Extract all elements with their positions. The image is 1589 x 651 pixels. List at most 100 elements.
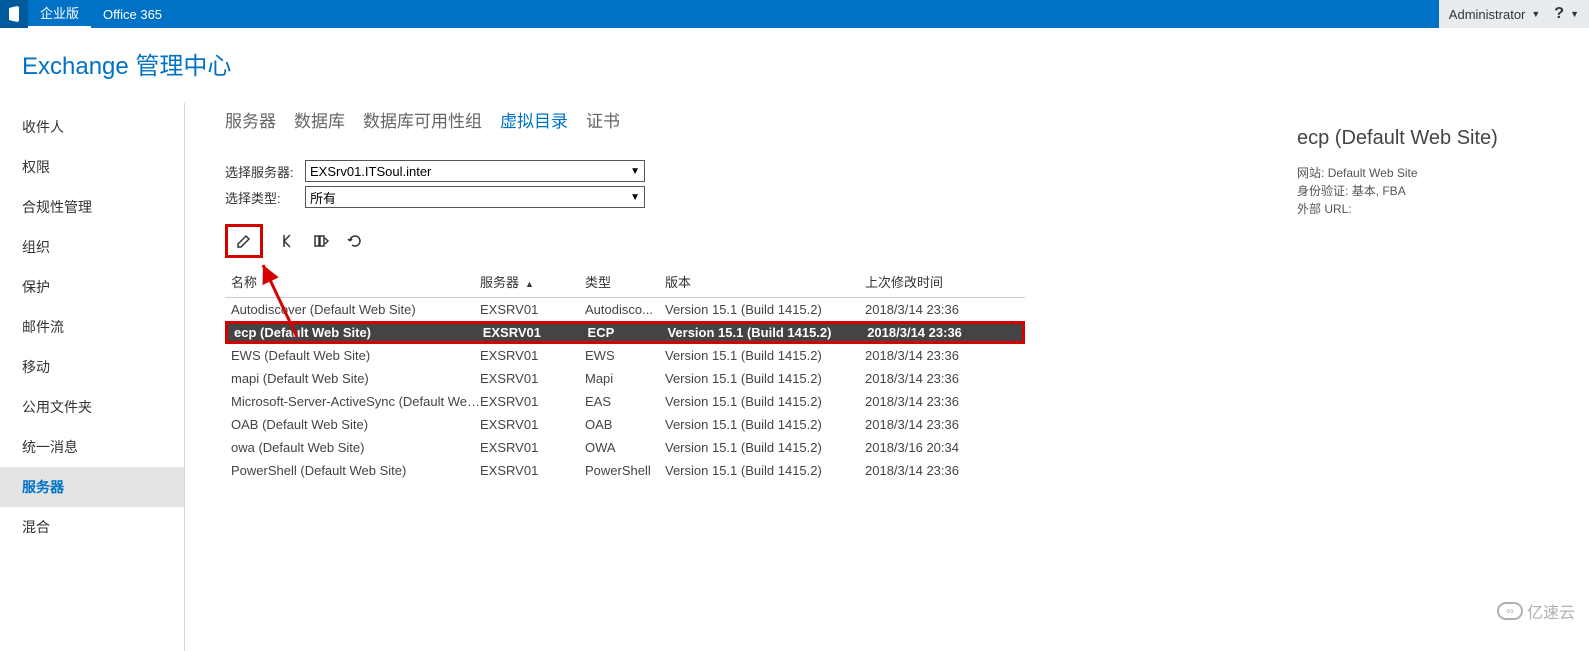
- cell-type: EAS: [585, 394, 665, 409]
- cell-server: EXSRV01: [480, 371, 585, 386]
- server-select-value: EXSrv01.ITSoul.inter: [310, 164, 431, 179]
- cell-server: EXSRV01: [480, 348, 585, 363]
- page-title: Exchange 管理中心: [0, 28, 1589, 103]
- cell-type: OAB: [585, 417, 665, 432]
- edition-tab[interactable]: 企业版: [28, 0, 91, 28]
- cell-name: mapi (Default Web Site): [225, 371, 480, 386]
- table-row[interactable]: owa (Default Web Site)EXSRV01OWAVersion …: [225, 436, 1025, 459]
- table-row[interactable]: Autodiscover (Default Web Site)EXSRV01Au…: [225, 298, 1025, 321]
- watermark-text: 亿速云: [1527, 599, 1575, 623]
- help-icon[interactable]: ?: [1554, 5, 1564, 23]
- sidebar-item-6[interactable]: 移动: [0, 347, 184, 387]
- col-type[interactable]: 类型: [585, 272, 665, 291]
- sidebar-item-3[interactable]: 组织: [0, 227, 184, 267]
- watermark: ∞ 亿速云: [1497, 599, 1575, 623]
- cell-modified: 2018/3/14 23:36: [865, 417, 1020, 432]
- detail-pane: ecp (Default Web Site) 网站: Default Web S…: [1287, 107, 1567, 651]
- cell-modified: 2018/3/14 23:36: [865, 302, 1020, 317]
- refresh-button[interactable]: [345, 231, 365, 251]
- detail-ext-url: 外部 URL:: [1297, 200, 1557, 218]
- columns-button[interactable]: [311, 231, 331, 251]
- virtual-dir-table: 名称 服务器 类型 版本 上次修改时间 Autodiscover (Defaul…: [225, 266, 1025, 482]
- type-select[interactable]: 所有 ▼: [305, 186, 645, 208]
- sidebar-item-1[interactable]: 权限: [0, 147, 184, 187]
- col-name[interactable]: 名称: [225, 272, 480, 291]
- watermark-icon: ∞: [1497, 602, 1523, 620]
- user-menu[interactable]: Administrator ▼ ? ▼: [1439, 0, 1589, 28]
- detail-title: ecp (Default Web Site): [1297, 127, 1557, 150]
- cell-version: Version 15.1 (Build 1415.2): [665, 440, 865, 455]
- detail-auth: 身份验证: 基本, FBA: [1297, 182, 1557, 200]
- type-select-value: 所有: [310, 188, 336, 207]
- cell-name: Autodiscover (Default Web Site): [225, 302, 480, 317]
- cell-name: ecp (Default Web Site): [228, 325, 483, 340]
- cell-server: EXSRV01: [480, 302, 585, 317]
- type-filter-label: 选择类型:: [225, 188, 305, 207]
- sidebar-item-9[interactable]: 服务器: [0, 467, 184, 507]
- edit-button-highlight: [225, 224, 263, 258]
- cell-type: PowerShell: [585, 463, 665, 478]
- chevron-down-icon: ▼: [1570, 9, 1579, 19]
- cell-modified: 2018/3/14 23:36: [865, 463, 1020, 478]
- cell-version: Version 15.1 (Build 1415.2): [665, 348, 865, 363]
- col-modified[interactable]: 上次修改时间: [865, 272, 1020, 291]
- sidebar-item-8[interactable]: 统一消息: [0, 427, 184, 467]
- cell-modified: 2018/3/14 23:36: [865, 371, 1020, 386]
- col-server[interactable]: 服务器: [480, 272, 585, 291]
- sidebar: 收件人权限合规性管理组织保护邮件流移动公用文件夹统一消息服务器混合: [0, 103, 185, 651]
- server-select[interactable]: EXSrv01.ITSoul.inter ▼: [305, 160, 645, 182]
- sidebar-item-0[interactable]: 收件人: [0, 107, 184, 147]
- table-row[interactable]: PowerShell (Default Web Site)EXSRV01Powe…: [225, 459, 1025, 482]
- cell-server: EXSRV01: [480, 394, 585, 409]
- cell-server: EXSRV01: [480, 440, 585, 455]
- cell-type: OWA: [585, 440, 665, 455]
- reset-button[interactable]: [277, 231, 297, 251]
- col-version[interactable]: 版本: [665, 272, 865, 291]
- cell-version: Version 15.1 (Build 1415.2): [665, 417, 865, 432]
- cell-type: Mapi: [585, 371, 665, 386]
- tabs: 服务器数据库数据库可用性组虚拟目录证书: [225, 107, 1287, 132]
- sidebar-item-7[interactable]: 公用文件夹: [0, 387, 184, 427]
- cell-modified: 2018/3/16 20:34: [865, 440, 1020, 455]
- cell-server: EXSRV01: [483, 325, 588, 340]
- sidebar-item-2[interactable]: 合规性管理: [0, 187, 184, 227]
- cell-name: Microsoft-Server-ActiveSync (Default Web…: [225, 394, 480, 409]
- office365-link[interactable]: Office 365: [91, 7, 174, 22]
- tab-0[interactable]: 服务器: [225, 107, 276, 132]
- table-header: 名称 服务器 类型 版本 上次修改时间: [225, 266, 1025, 298]
- tab-1[interactable]: 数据库: [294, 107, 345, 132]
- cell-version: Version 15.1 (Build 1415.2): [665, 371, 865, 386]
- user-name: Administrator: [1449, 7, 1526, 22]
- cell-name: EWS (Default Web Site): [225, 348, 480, 363]
- cell-version: Version 15.1 (Build 1415.2): [665, 463, 865, 478]
- table-row[interactable]: Microsoft-Server-ActiveSync (Default Web…: [225, 390, 1025, 413]
- cell-name: PowerShell (Default Web Site): [225, 463, 480, 478]
- table-row[interactable]: EWS (Default Web Site)EXSRV01EWSVersion …: [225, 344, 1025, 367]
- table-row[interactable]: mapi (Default Web Site)EXSRV01MapiVersio…: [225, 367, 1025, 390]
- edit-button[interactable]: [234, 231, 254, 251]
- tab-2[interactable]: 数据库可用性组: [363, 107, 482, 132]
- top-bar: 企业版 Office 365 Administrator ▼ ? ▼: [0, 0, 1589, 28]
- sidebar-item-4[interactable]: 保护: [0, 267, 184, 307]
- tab-3[interactable]: 虚拟目录: [500, 107, 568, 132]
- cell-name: OAB (Default Web Site): [225, 417, 480, 432]
- chevron-down-icon: ▼: [1531, 9, 1540, 19]
- filters: 选择服务器: EXSrv01.ITSoul.inter ▼ 选择类型: 所有 ▼: [225, 160, 1287, 208]
- chevron-down-icon: ▼: [630, 192, 640, 203]
- toolbar: [225, 220, 1287, 262]
- chevron-down-icon: ▼: [630, 166, 640, 177]
- cell-name: owa (Default Web Site): [225, 440, 480, 455]
- sidebar-item-5[interactable]: 邮件流: [0, 307, 184, 347]
- cell-version: Version 15.1 (Build 1415.2): [667, 325, 867, 340]
- cell-modified: 2018/3/14 23:36: [865, 348, 1020, 363]
- table-row[interactable]: OAB (Default Web Site)EXSRV01OABVersion …: [225, 413, 1025, 436]
- tab-4[interactable]: 证书: [586, 107, 620, 132]
- office-logo-icon: [0, 0, 28, 28]
- server-filter-label: 选择服务器:: [225, 162, 305, 181]
- cell-version: Version 15.1 (Build 1415.2): [665, 394, 865, 409]
- sidebar-item-10[interactable]: 混合: [0, 507, 184, 547]
- cell-server: EXSRV01: [480, 463, 585, 478]
- cell-version: Version 15.1 (Build 1415.2): [665, 302, 865, 317]
- table-row[interactable]: ecp (Default Web Site)EXSRV01ECPVersion …: [225, 321, 1025, 344]
- detail-site: 网站: Default Web Site: [1297, 164, 1557, 182]
